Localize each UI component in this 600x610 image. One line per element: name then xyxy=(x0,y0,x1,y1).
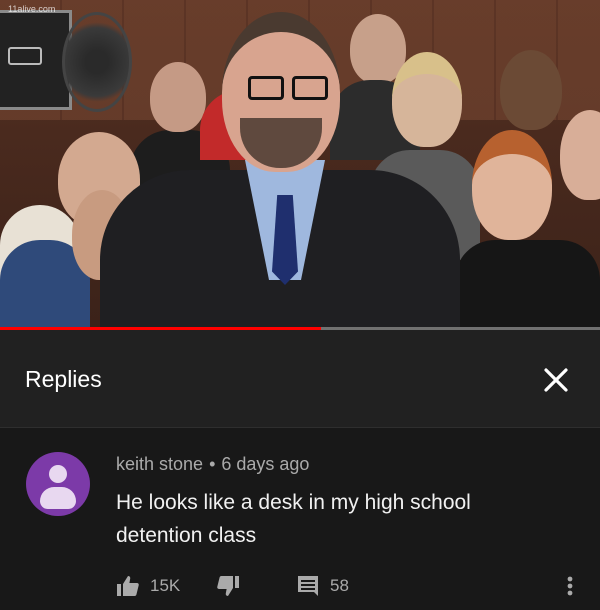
video-watermark: 11alive.com xyxy=(8,4,56,14)
replies-header: Replies xyxy=(0,330,600,428)
reply-count: 58 xyxy=(330,576,349,595)
comment-time: 6 days ago xyxy=(221,454,310,474)
video-player[interactable]: 11alive.com xyxy=(0,0,600,330)
avatar[interactable] xyxy=(26,452,90,516)
video-figure xyxy=(455,240,600,330)
thumbs-down-icon xyxy=(217,576,239,596)
close-icon xyxy=(544,368,568,392)
reply-button[interactable]: 58 xyxy=(296,574,349,598)
video-figure xyxy=(150,62,206,132)
close-button[interactable] xyxy=(538,362,574,398)
meta-separator: • xyxy=(209,454,216,474)
comment-meta: keith stone • 6 days ago xyxy=(116,454,309,475)
avatar-head xyxy=(49,465,67,483)
dislike-button[interactable] xyxy=(216,574,240,598)
comment-actions: 15K 58 xyxy=(116,574,586,598)
video-figure xyxy=(560,110,600,200)
comment-thread: keith stone • 6 days ago He looks like a d… xyxy=(0,428,600,610)
video-figure xyxy=(292,76,328,100)
video-figure xyxy=(248,76,284,100)
video-figure xyxy=(472,130,552,240)
thumbs-up-icon xyxy=(117,576,139,596)
more-vert-icon xyxy=(567,576,573,596)
video-frame-fan xyxy=(62,12,132,112)
comment-icon xyxy=(298,576,318,596)
comment-author[interactable]: keith stone xyxy=(116,454,203,474)
like-count: 15K xyxy=(150,576,181,595)
like-button[interactable]: 15K xyxy=(116,574,180,598)
video-figure xyxy=(500,50,562,130)
replies-title: Replies xyxy=(25,366,102,392)
comment-text: He looks like a desk in my high school d… xyxy=(116,491,471,547)
video-figure xyxy=(392,52,462,147)
more-options-button[interactable] xyxy=(564,574,576,598)
avatar-shoulders xyxy=(40,487,76,509)
app-screen: 11alive.com Replies keith stone • 6 days a… xyxy=(0,0,600,610)
